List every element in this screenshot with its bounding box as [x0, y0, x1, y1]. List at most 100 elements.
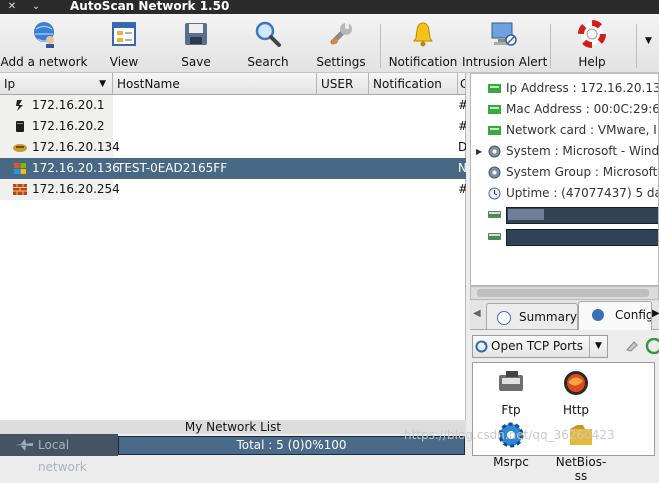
save-button[interactable]: Save — [172, 16, 220, 72]
eraser-icon[interactable] — [624, 340, 638, 352]
config-icon — [592, 309, 604, 321]
info-text: Uptime : (47077437) 5 days — [506, 186, 659, 200]
host-row[interactable]: 172.16.20.134 D — [0, 137, 466, 158]
tab-label: Summary — [519, 310, 577, 324]
disk-usage-fill — [508, 209, 544, 220]
bell-icon — [413, 22, 433, 47]
add-network-label: Add a network — [0, 55, 88, 69]
tab-config[interactable]: Config — [578, 301, 652, 330]
watermark-text: https://blog.csdn.net/qq_36260423 — [404, 428, 615, 442]
server-icon — [16, 121, 24, 132]
close-window-icon[interactable]: ✕ — [4, 0, 20, 14]
info-icon — [497, 311, 511, 325]
floppy-disk-icon — [185, 23, 207, 45]
refresh-green-icon[interactable] — [645, 338, 659, 354]
port-type-select[interactable]: Open TCP Ports ▼ — [472, 335, 608, 358]
port-label: Msrpc — [493, 455, 529, 469]
tab-summary[interactable]: Summary — [486, 303, 578, 329]
intrusion-alert-label: Intrusion Alert — [462, 55, 548, 69]
toolbar-separator — [636, 24, 637, 68]
column-header-label: HostName — [117, 77, 180, 91]
ip-text: 172.16.20.2 — [32, 119, 105, 133]
column-header-notification[interactable]: Notification — [369, 73, 458, 95]
column-c-text: D — [458, 140, 466, 154]
column-header-hostname[interactable]: HostName — [113, 73, 317, 95]
http-icon — [564, 371, 588, 395]
lifebuoy-icon — [578, 20, 606, 48]
window-menu-icon[interactable]: ⌄ — [28, 0, 44, 14]
clock-icon — [488, 187, 501, 200]
network-card-icon — [488, 105, 501, 114]
column-header-label: C — [460, 77, 465, 91]
host-row[interactable]: 172.16.20.254 # — [0, 179, 466, 200]
ip-text: 172.16.20.254 — [32, 182, 120, 196]
settings-button[interactable]: Settings — [314, 16, 368, 72]
info-system-group: System Group : Microsoft - W — [471, 162, 658, 183]
info-uptime: Uptime : (47077437) 5 days — [471, 183, 659, 204]
help-button[interactable]: Help — [568, 16, 616, 72]
host-row[interactable]: 172.16.20.1 # — [0, 95, 466, 116]
port-http[interactable]: Http — [551, 369, 601, 417]
add-network-button[interactable]: Add a network — [0, 16, 88, 72]
local-network-button[interactable]: Local network — [0, 434, 118, 474]
scan-progress-text: Total : 5 (0)0%100 — [236, 438, 347, 452]
toolbar-overflow-icon[interactable]: ▼ — [645, 36, 652, 46]
info-network-card: Network card : VMware, Inc — [471, 120, 659, 141]
column-header-label: USER — [321, 77, 354, 91]
tab-scroll-left-icon[interactable]: ◀ — [473, 308, 481, 319]
network-card-icon — [488, 126, 501, 135]
port-label: Http — [562, 403, 590, 417]
notification-button[interactable]: Notification — [388, 16, 458, 72]
intrusion-alert-button[interactable]: Intrusion Alert — [462, 16, 548, 72]
column-c-text: # — [458, 95, 466, 116]
ip-text: 172.16.20.1 — [32, 98, 105, 112]
column-c-text: N — [458, 161, 466, 175]
info-text: Ip Address : 172.16.20.136 — [506, 81, 659, 95]
globe-person-icon — [34, 22, 54, 48]
column-c-text: # — [458, 179, 466, 200]
info-mac-address: Mac Address : 00:0C:29:6D:8 — [471, 99, 658, 120]
switch-icon — [16, 100, 23, 111]
info-system[interactable]: ▶ System : Microsoft - Window — [471, 141, 658, 162]
expander-icon[interactable]: ▶ — [476, 141, 482, 162]
refresh-icon — [475, 340, 488, 353]
port-label: Ftp — [501, 403, 521, 417]
info-ip-address: Ip Address : 172.16.20.136 — [471, 78, 659, 99]
host-row[interactable]: 172.16.20.2 # — [0, 116, 466, 137]
search-button[interactable]: Search — [244, 16, 292, 72]
view-window-icon — [112, 22, 136, 46]
scrollbar-thumb[interactable] — [477, 289, 649, 297]
port-label: NetBios-ss — [555, 455, 607, 483]
network-list-title: My Network List — [0, 420, 466, 434]
notification-label: Notification — [388, 55, 458, 69]
detail-tabs: ◀ Summary Config ▶ — [470, 300, 659, 330]
host-list: Ip ▼ HostName USER Notification C 172.16… — [0, 73, 466, 420]
horizontal-scrollbar[interactable] — [470, 286, 659, 300]
info-text: System Group : Microsoft - W — [506, 165, 658, 179]
ip-text: 172.16.20.136 — [32, 161, 120, 175]
toolbar-separator — [380, 24, 381, 68]
port-ftp[interactable]: Ftp — [486, 369, 536, 417]
port-type-label: Open TCP Ports — [491, 339, 583, 353]
gear-icon — [488, 166, 501, 179]
column-c-text: # — [458, 116, 466, 137]
view-label: View — [109, 55, 139, 69]
info-text: Network card : VMware, Inc — [506, 123, 659, 137]
magnifier-icon — [255, 21, 281, 47]
settings-label: Settings — [316, 55, 366, 69]
tab-label: Config — [615, 308, 652, 322]
dropdown-arrow-icon: ▼ — [589, 336, 607, 357]
column-header-c[interactable]: C — [458, 73, 466, 95]
toolbar-separator — [550, 24, 551, 68]
column-header-ip[interactable]: Ip ▼ — [0, 73, 113, 95]
gear-icon — [488, 145, 501, 158]
column-header-user[interactable]: USER — [317, 73, 369, 95]
windows-icon — [14, 163, 26, 174]
network-card-icon — [488, 84, 501, 93]
info-text: Mac Address : 00:0C:29:6D:8 — [506, 102, 658, 116]
column-header-label: Notification — [373, 77, 442, 91]
host-row-selected[interactable]: 172.16.20.136 TEST-0EAD2165FF N — [0, 158, 466, 179]
view-button[interactable]: View — [100, 16, 148, 72]
tab-scroll-right-icon[interactable]: ▶ — [652, 308, 659, 319]
disk-icon — [488, 211, 501, 218]
